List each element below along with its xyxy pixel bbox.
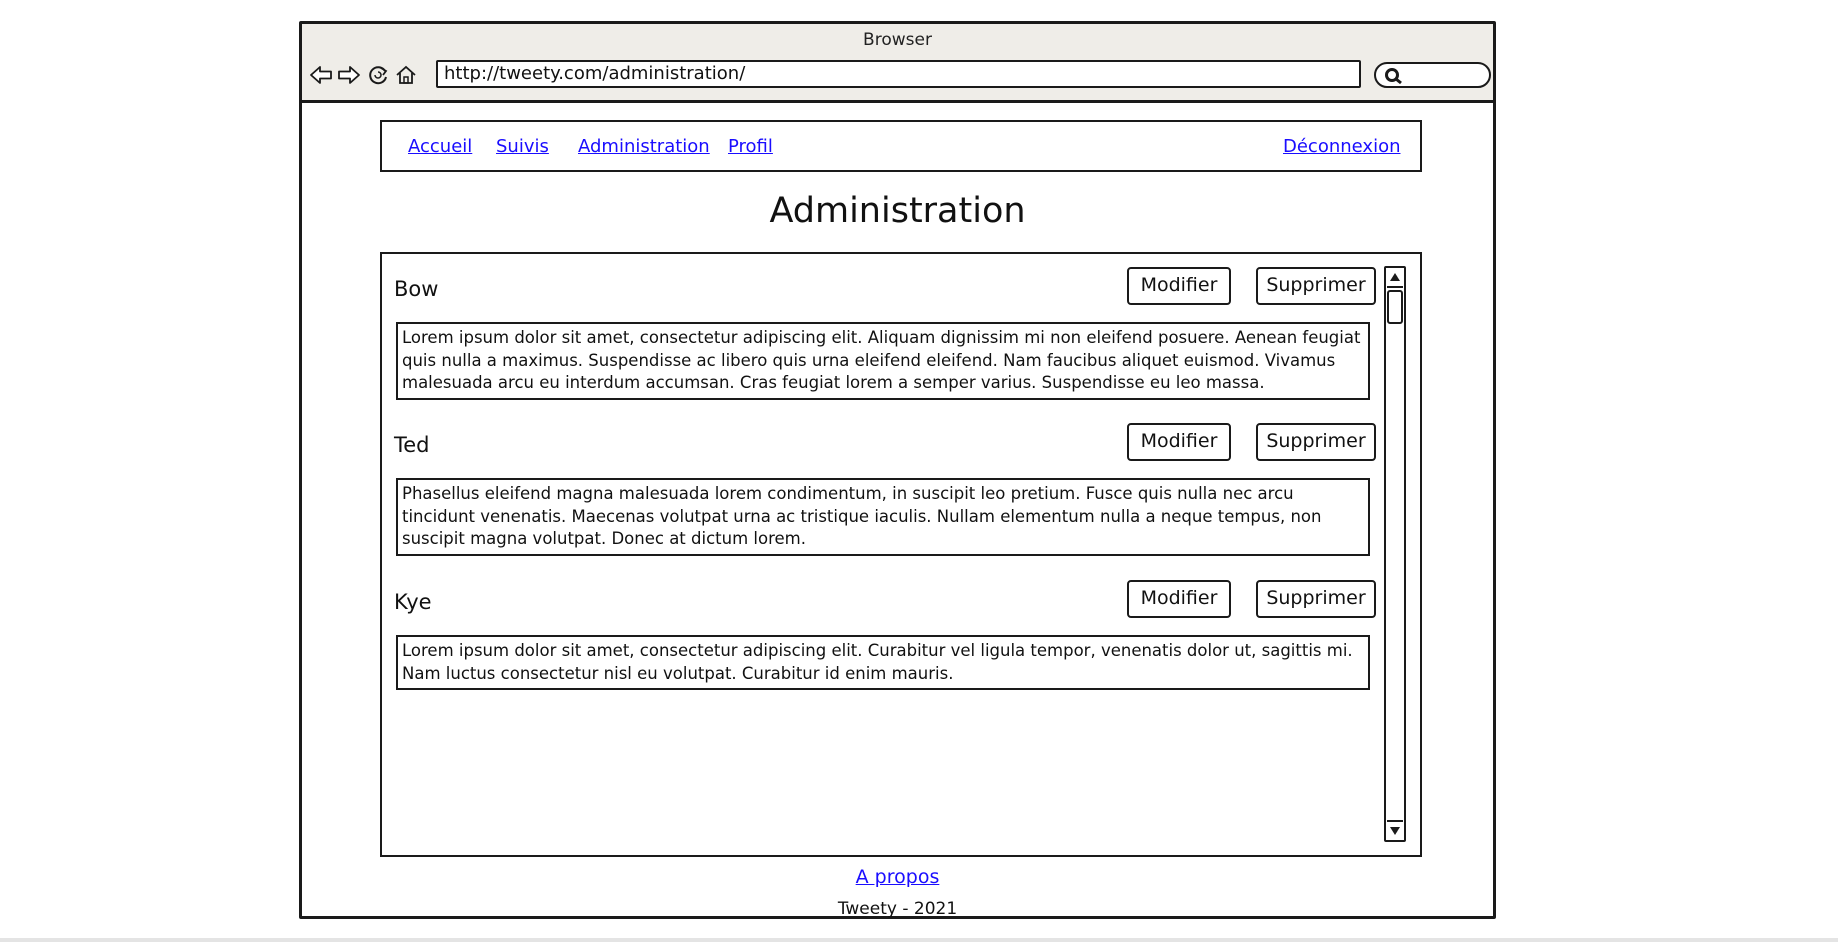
nav-link-administration[interactable]: Administration xyxy=(578,136,710,157)
nav-link-accueil[interactable]: Accueil xyxy=(408,136,472,157)
footer-copyright: Tweety - 2021 xyxy=(837,899,958,919)
search-icon xyxy=(1385,68,1402,85)
entry-author: Bow xyxy=(394,277,439,301)
home-icon[interactable] xyxy=(393,62,419,88)
delete-button[interactable]: Supprimer xyxy=(1256,267,1376,305)
vertical-scrollbar[interactable] xyxy=(1384,266,1406,842)
url-bar[interactable]: http://tweety.com/administration/ xyxy=(436,60,1361,88)
browser-search-field[interactable] xyxy=(1374,62,1491,88)
browser-chrome: Browser http://tweety.com/administration… xyxy=(302,24,1493,103)
browser-title: Browser xyxy=(863,30,932,50)
delete-button[interactable]: Supprimer xyxy=(1256,580,1376,618)
logout-link[interactable]: Déconnexion xyxy=(1283,136,1401,157)
modify-button[interactable]: Modifier xyxy=(1127,580,1231,618)
page-title: Administration xyxy=(769,191,1026,231)
nav-link-profil[interactable]: Profil xyxy=(728,136,773,157)
admin-list-panel: Bow Modifier Supprimer Lorem ipsum dolor… xyxy=(380,252,1422,857)
arrow-right-icon[interactable] xyxy=(336,62,362,88)
entry-text: Lorem ipsum dolor sit amet, consectetur … xyxy=(396,322,1370,400)
modify-button[interactable]: Modifier xyxy=(1127,423,1231,461)
entry-author: Ted xyxy=(394,433,430,457)
footer-about-link-row: A propos xyxy=(302,866,1493,888)
triangle-down-icon[interactable] xyxy=(1387,820,1403,840)
about-link[interactable]: A propos xyxy=(856,866,940,888)
entry-text: Phasellus eleifend magna malesuada lorem… xyxy=(396,478,1370,556)
reload-icon[interactable] xyxy=(365,62,391,88)
arrow-left-icon[interactable] xyxy=(308,62,334,88)
nav-link-suivis[interactable]: Suivis xyxy=(496,136,549,157)
delete-button[interactable]: Supprimer xyxy=(1256,423,1376,461)
triangle-up-icon[interactable] xyxy=(1387,268,1403,288)
browser-window: Browser http://tweety.com/administration… xyxy=(299,21,1496,919)
modify-button[interactable]: Modifier xyxy=(1127,267,1231,305)
entry-text: Lorem ipsum dolor sit amet, consectetur … xyxy=(396,635,1370,690)
page-bottom-strip xyxy=(0,938,1838,942)
top-navigation: Accueil Suivis Administration Profil Déc… xyxy=(380,120,1422,172)
entry-author: Kye xyxy=(394,590,432,614)
scrollbar-thumb[interactable] xyxy=(1387,290,1403,324)
